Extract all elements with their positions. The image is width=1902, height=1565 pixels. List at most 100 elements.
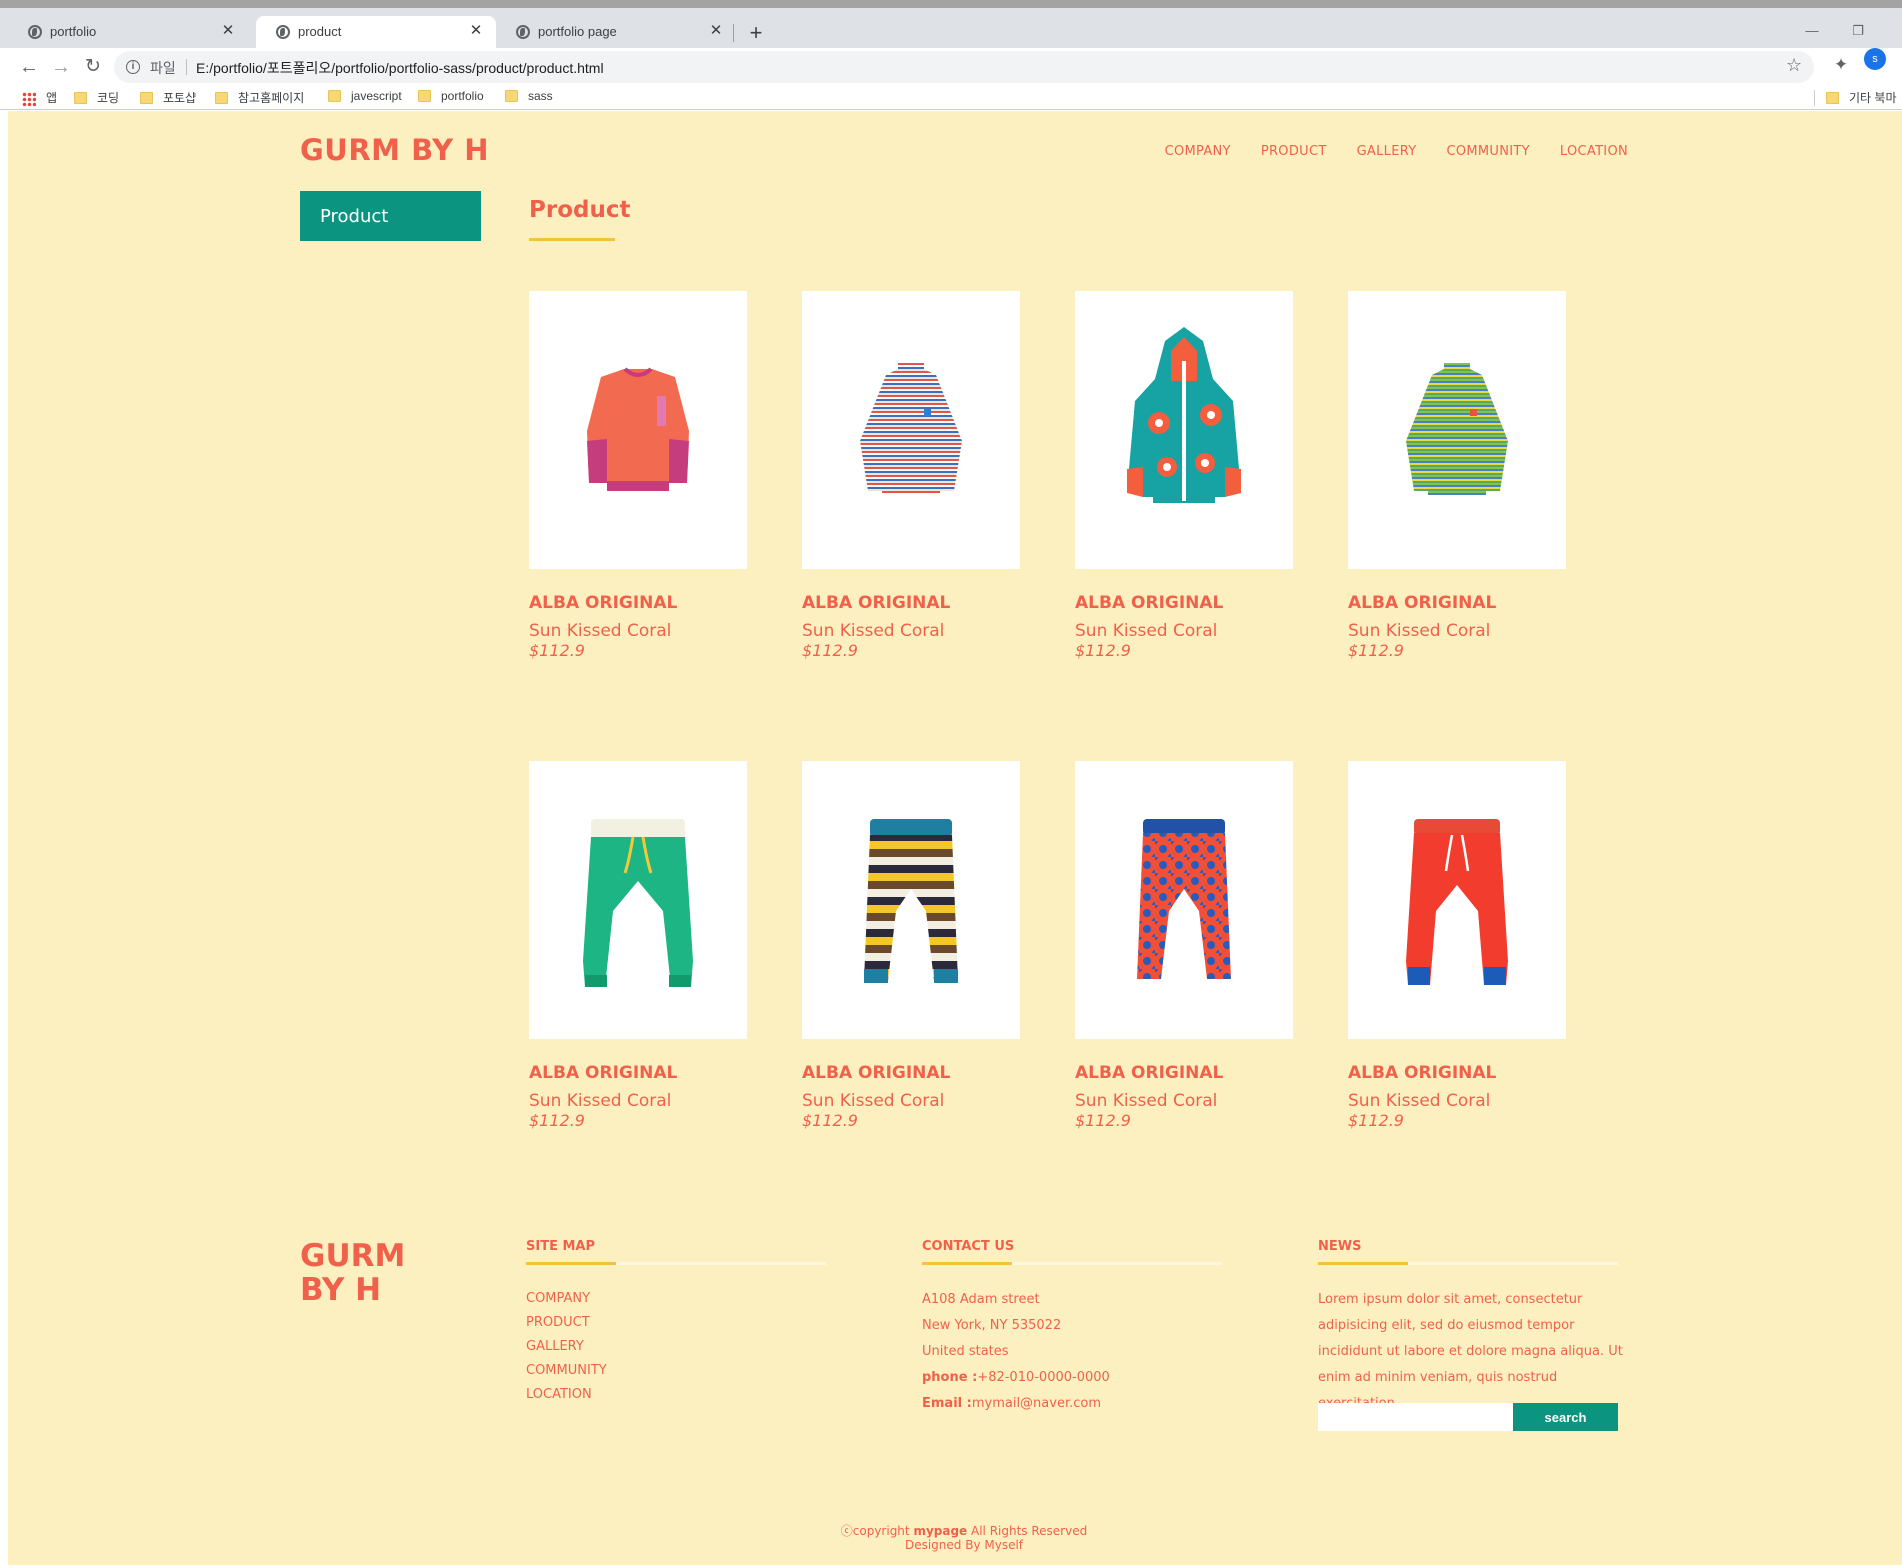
- footer-link-community[interactable]: COMMUNITY: [526, 1359, 826, 1383]
- site-logo[interactable]: GURM BY H: [300, 133, 489, 167]
- product-price: $112.9: [802, 641, 858, 660]
- product-brand: ALBA ORIGINAL: [1348, 593, 1497, 613]
- bookmark-label: 코딩: [97, 91, 120, 105]
- footer-link-company[interactable]: COMPANY: [526, 1287, 826, 1311]
- restore-icon[interactable]: ❐: [1838, 16, 1878, 46]
- product-image-green-pants[interactable]: [529, 761, 747, 1039]
- bookmark-folder-reference[interactable]: 참고홈페이지: [215, 89, 304, 107]
- profile-avatar[interactable]: s: [1864, 48, 1886, 70]
- folder-icon: [505, 90, 518, 102]
- footer-link-product[interactable]: PRODUCT: [526, 1311, 826, 1335]
- phone-label: phone :: [922, 1370, 978, 1385]
- footer-logo: GURM BY H: [300, 1239, 405, 1307]
- product-brand: ALBA ORIGINAL: [802, 1063, 951, 1083]
- nav-product[interactable]: PRODUCT: [1261, 144, 1327, 159]
- bookmarks-separator: [1814, 90, 1815, 106]
- folder-icon: [328, 90, 341, 102]
- search-button[interactable]: search: [1513, 1403, 1618, 1431]
- sitemap-title: SITE MAP: [526, 1239, 595, 1254]
- copyright-brand: mypage: [913, 1524, 968, 1538]
- nav-location[interactable]: LOCATION: [1560, 144, 1628, 159]
- bookmark-folder-photoshop[interactable]: 포토샵: [140, 89, 196, 107]
- bookmark-star-icon[interactable]: ☆: [1786, 55, 1802, 76]
- email-address[interactable]: mymail@naver.com: [972, 1396, 1101, 1411]
- nav-company[interactable]: COMPANY: [1165, 144, 1231, 159]
- address-bar[interactable]: i 파일 E:/portfolio/포트폴리오/portfolio/portfo…: [114, 51, 1814, 83]
- product-price: $112.9: [1348, 1111, 1404, 1130]
- tab-title: product: [298, 24, 342, 39]
- product-price: $112.9: [1075, 641, 1131, 660]
- page-title: Product: [529, 197, 631, 223]
- omnibox-separator: [186, 59, 187, 75]
- browser-window: portfolio ✕ product ✕ portfolio page ✕ +…: [0, 0, 1902, 1565]
- window-frame-top: [0, 0, 1902, 8]
- folder-icon: [215, 92, 228, 104]
- back-arrow-icon[interactable]: ←: [14, 52, 44, 82]
- bookmark-folder-portfolio[interactable]: portfolio: [418, 89, 484, 107]
- globe-icon: [28, 25, 42, 39]
- product-name: Sun Kissed Coral: [1348, 621, 1491, 641]
- reload-icon[interactable]: ↻: [78, 52, 108, 82]
- product-price: $112.9: [529, 1111, 585, 1130]
- product-image-striped-pants[interactable]: [802, 761, 1020, 1039]
- minimize-icon[interactable]: —: [1792, 16, 1832, 46]
- email-label: Email :: [922, 1396, 972, 1411]
- copyright-line: ⓒcopyright mypage All Rights Reserved: [8, 1524, 1902, 1538]
- apps-grid-icon[interactable]: [22, 92, 36, 106]
- product-image-red-pants[interactable]: [1348, 761, 1566, 1039]
- product-image-green-striped-turtleneck[interactable]: [1348, 291, 1566, 569]
- bookmark-label: javescript: [351, 89, 402, 103]
- email-line: Email :mymail@naver.com: [922, 1391, 1222, 1417]
- product-brand: ALBA ORIGINAL: [1075, 1063, 1224, 1083]
- tab-strip: portfolio ✕ product ✕ portfolio page ✕ +…: [0, 8, 1902, 48]
- folder-icon: [1826, 92, 1839, 104]
- bookmark-label: sass: [528, 89, 553, 103]
- bookmark-folder-sass[interactable]: sass: [505, 89, 553, 107]
- footer-logo-line2: BY H: [300, 1272, 382, 1308]
- new-tab-button[interactable]: +: [744, 22, 768, 46]
- url-text[interactable]: E:/portfolio/포트폴리오/portfolio/portfolio-s…: [196, 58, 604, 78]
- tab-title: portfolio: [50, 24, 97, 39]
- news-search-input[interactable]: [1318, 1403, 1513, 1431]
- product-image-patterned-pants[interactable]: [1075, 761, 1293, 1039]
- product-image-coral-sweatshirt[interactable]: [529, 291, 747, 569]
- product-name: Sun Kissed Coral: [1075, 1091, 1218, 1111]
- footer-link-location[interactable]: LOCATION: [526, 1383, 826, 1407]
- product-name: Sun Kissed Coral: [1348, 1091, 1491, 1111]
- address-line1: A108 Adam street: [922, 1292, 1040, 1307]
- bookmark-folder-coding[interactable]: 코딩: [74, 89, 119, 107]
- phone-number: +82-010-0000-0000: [977, 1370, 1110, 1385]
- product-name: Sun Kissed Coral: [802, 1091, 945, 1111]
- close-icon[interactable]: ✕: [218, 21, 238, 41]
- bookmark-other[interactable]: 기타 북마: [1826, 89, 1897, 107]
- nav-community[interactable]: COMMUNITY: [1446, 144, 1529, 159]
- copyright-prefix: ⓒcopyright: [840, 1524, 914, 1538]
- globe-icon: [516, 25, 530, 39]
- footer-link-gallery[interactable]: GALLERY: [526, 1335, 826, 1359]
- address-line3: United states: [922, 1344, 1009, 1359]
- bookmark-folder-javascript[interactable]: javescript: [328, 89, 402, 107]
- tab-separator: [733, 24, 734, 42]
- close-icon[interactable]: ✕: [466, 21, 486, 41]
- product-price: $112.9: [802, 1111, 858, 1130]
- footer-news: NEWS Lorem ipsum dolor sit amet, consect…: [1318, 1239, 1623, 1417]
- close-icon[interactable]: ✕: [706, 21, 726, 41]
- footer-sitemap: SITE MAP COMPANY PRODUCT GALLERY COMMUNI…: [526, 1239, 826, 1407]
- globe-icon: [276, 25, 290, 39]
- info-icon[interactable]: i: [126, 60, 140, 74]
- product-image-striped-turtleneck[interactable]: [802, 291, 1020, 569]
- forward-arrow-icon[interactable]: →: [46, 52, 76, 82]
- copyright: ⓒcopyright mypage All Rights Reserved De…: [8, 1524, 1902, 1552]
- product-name: Sun Kissed Coral: [529, 1091, 672, 1111]
- nav-gallery[interactable]: GALLERY: [1357, 144, 1417, 159]
- tab-portfolio-page[interactable]: portfolio page ✕: [496, 16, 736, 48]
- bookmarks-bar: 앱 코딩 포토샵 참고홈페이지 javescript portfolio sas…: [0, 86, 1902, 110]
- extensions-puzzle-icon[interactable]: ✦: [1828, 52, 1854, 78]
- bookmark-label: portfolio: [441, 89, 484, 103]
- tab-portfolio[interactable]: portfolio ✕: [8, 16, 248, 48]
- side-menu-product[interactable]: Product: [300, 191, 481, 241]
- folder-icon: [140, 92, 153, 104]
- bookmark-apps[interactable]: 앱: [46, 89, 57, 107]
- product-image-floral-hoodie[interactable]: [1075, 291, 1293, 569]
- tab-product[interactable]: product ✕: [256, 16, 496, 48]
